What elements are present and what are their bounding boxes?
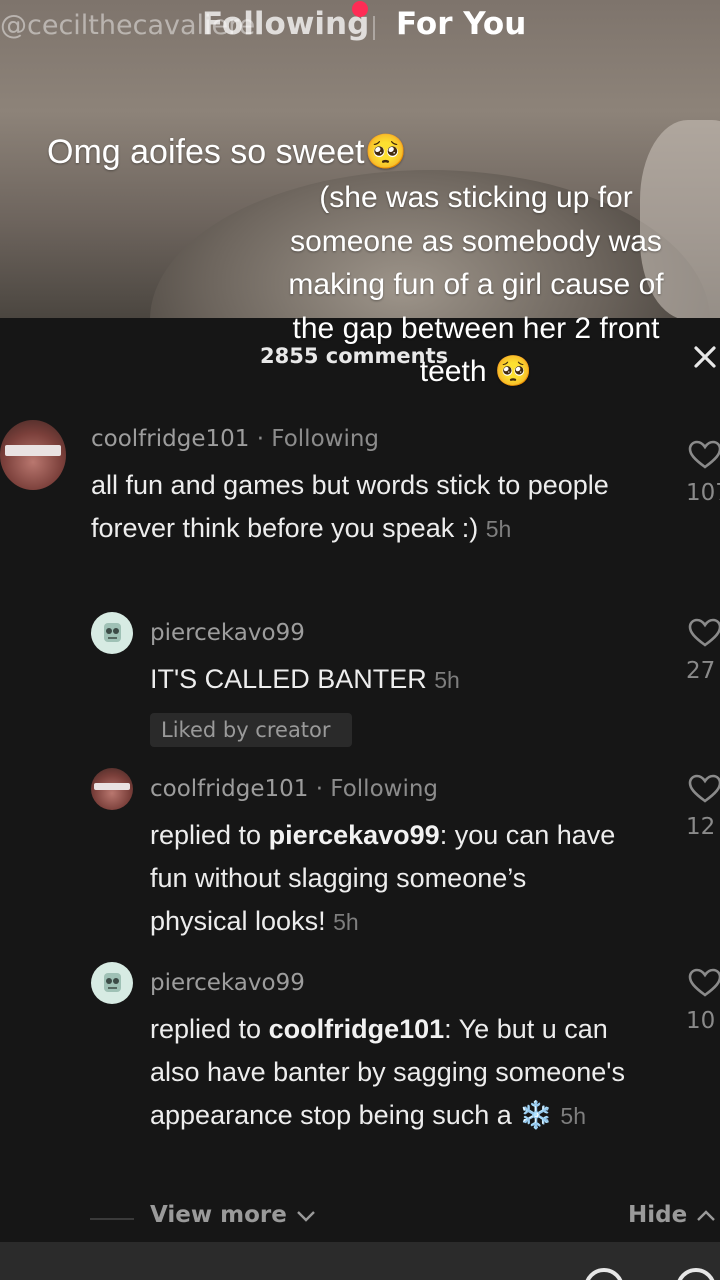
liked-by-creator-badge: Liked by creator — [150, 713, 352, 747]
video-caption-title: Omg aoifes so sweet🥺 — [47, 133, 407, 171]
avatar-face-icon — [104, 623, 121, 642]
username[interactable]: piercekavo99 — [150, 970, 305, 996]
tab-following[interactable]: Following — [202, 6, 369, 42]
comment-meta: piercekavo99 — [150, 970, 305, 996]
chevron-down-icon — [297, 1210, 315, 1222]
comment-text: replied to piercekavo99: you can have fu… — [150, 814, 630, 944]
timestamp: 5h — [485, 516, 512, 542]
reply-prefix: replied to — [150, 1014, 269, 1044]
hide-label: Hide — [628, 1202, 688, 1228]
close-icon — [694, 346, 716, 368]
notification-dot — [352, 1, 368, 17]
like-count: 12 — [686, 814, 716, 840]
chevron-up-icon — [697, 1209, 716, 1221]
username[interactable]: coolfridge101 — [91, 426, 249, 452]
view-more-label: View more — [150, 1202, 287, 1228]
comment-meta: piercekavo99 — [150, 620, 305, 646]
replies-divider — [90, 1218, 134, 1220]
emoji-icon[interactable] — [676, 1268, 716, 1280]
timestamp: 5h — [333, 909, 359, 935]
view-more-button[interactable]: View more — [150, 1202, 317, 1228]
heart-icon[interactable] — [688, 968, 720, 998]
comment-meta: coolfridge101 · Following — [150, 776, 438, 802]
heart-icon[interactable] — [688, 618, 720, 648]
close-button[interactable] — [688, 340, 720, 374]
following-tag: · Following — [256, 426, 380, 452]
comment-text: all fun and games but words stick to peo… — [91, 464, 631, 551]
mention-icon[interactable] — [584, 1268, 624, 1280]
avatar-face-icon — [104, 973, 121, 992]
like-count: 10 — [686, 1008, 716, 1034]
timestamp: 5h — [560, 1103, 586, 1129]
tab-divider — [373, 16, 375, 40]
comment-meta: coolfridge101 · Following — [91, 426, 379, 452]
video-caption-body: (she was sticking up for someone as some… — [288, 181, 664, 389]
reply-target[interactable]: piercekavo99 — [269, 820, 440, 850]
username[interactable]: piercekavo99 — [150, 620, 305, 646]
reply-prefix: replied to — [150, 820, 269, 850]
tab-for-you[interactable]: For You — [396, 6, 526, 42]
username[interactable]: coolfridge101 — [150, 776, 308, 802]
comment-input-bar[interactable] — [0, 1242, 720, 1280]
timestamp: 5h — [434, 667, 460, 693]
reply-target[interactable]: coolfridge101 — [269, 1014, 445, 1044]
comment-body: IT'S CALLED BANTER — [150, 664, 427, 694]
like-count: 27 — [686, 658, 716, 684]
avatar[interactable] — [91, 768, 133, 810]
avatar[interactable] — [91, 612, 133, 654]
like-count: 107 — [686, 480, 720, 506]
heart-icon[interactable] — [688, 774, 720, 804]
comment-text: replied to coolfridge101: Ye but u can a… — [150, 1008, 640, 1138]
comment-text: IT'S CALLED BANTER 5h — [150, 658, 650, 702]
comment-body: all fun and games but words stick to peo… — [91, 470, 609, 543]
avatar[interactable] — [91, 962, 133, 1004]
hide-replies-button[interactable]: Hide — [628, 1202, 717, 1228]
following-tag: · Following — [315, 776, 439, 802]
avatar[interactable] — [0, 420, 66, 490]
heart-icon[interactable] — [688, 440, 720, 470]
